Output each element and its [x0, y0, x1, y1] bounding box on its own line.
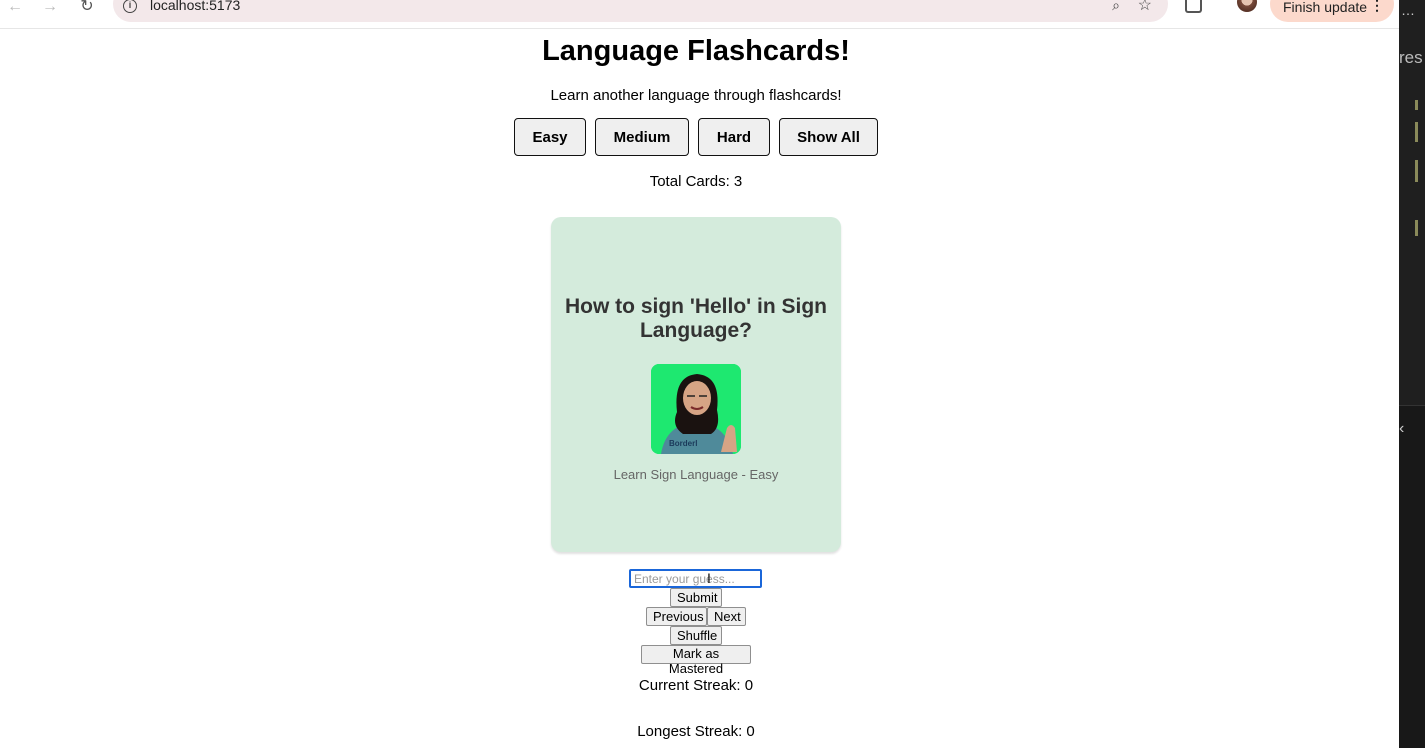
- extensions-icon[interactable]: [1185, 0, 1202, 13]
- svg-text:Borderl: Borderl: [669, 439, 697, 448]
- submit-button[interactable]: Submit: [670, 588, 722, 607]
- flashcard-app: Language Flashcards! Learn another langu…: [0, 29, 1399, 748]
- address-bar[interactable]: i localhost:5173 ⌕ ☆: [113, 0, 1168, 22]
- forward-arrow-icon[interactable]: →: [39, 0, 61, 16]
- side-marker: [1415, 122, 1418, 142]
- shuffle-button[interactable]: Shuffle: [670, 626, 722, 645]
- guess-input[interactable]: [629, 569, 762, 588]
- current-streak: Current Streak: 0: [638, 677, 754, 694]
- side-lower-panel: [1399, 406, 1425, 748]
- next-button[interactable]: Next: [707, 607, 746, 626]
- mark-mastered-button[interactable]: Mark as Mastered: [641, 645, 751, 676]
- side-ellipsis: …: [1401, 2, 1415, 18]
- side-window-strip: … res ‹: [1399, 0, 1425, 748]
- card-question: How to sign 'Hello' in Sign Language?: [565, 295, 827, 342]
- card-image: Borderl: [651, 364, 741, 454]
- finish-update-button[interactable]: Finish update ⋮: [1270, 0, 1394, 22]
- easy-button[interactable]: Easy: [514, 118, 586, 156]
- profile-avatar[interactable]: [1237, 0, 1257, 12]
- bookmark-star-icon[interactable]: ☆: [1138, 0, 1152, 15]
- browser-toolbar: ← → ↻ i localhost:5173 ⌕ ☆ Finish update…: [0, 0, 1399, 29]
- side-marker: [1415, 220, 1418, 236]
- zoom-icon[interactable]: ⌕: [1112, 0, 1120, 14]
- chevron-left-icon[interactable]: ‹: [1399, 420, 1404, 438]
- site-info-icon[interactable]: i: [123, 0, 137, 13]
- longest-streak: Longest Streak: 0: [637, 723, 755, 740]
- text-cursor-icon: I: [707, 570, 711, 586]
- finish-update-label: Finish update: [1283, 0, 1368, 15]
- side-marker: [1415, 100, 1418, 110]
- menu-dots-icon[interactable]: ⋮: [1370, 0, 1384, 14]
- show-all-button[interactable]: Show All: [779, 118, 878, 156]
- total-cards-count: Total Cards: 3: [649, 173, 743, 190]
- reload-icon[interactable]: ↻: [76, 0, 98, 16]
- back-arrow-icon[interactable]: ←: [4, 0, 26, 16]
- hard-button[interactable]: Hard: [698, 118, 770, 156]
- page-subtitle: Learn another language through flashcard…: [550, 87, 842, 104]
- side-partial-text: res: [1399, 48, 1423, 67]
- page-title: Language Flashcards!: [542, 35, 850, 67]
- side-marker: [1415, 160, 1418, 182]
- previous-button[interactable]: Previous: [646, 607, 707, 626]
- card-caption: Learn Sign Language - Easy: [613, 467, 779, 482]
- url-text[interactable]: localhost:5173: [150, 0, 240, 13]
- flashcard[interactable]: How to sign 'Hello' in Sign Language? Bo…: [551, 217, 841, 552]
- medium-button[interactable]: Medium: [595, 118, 689, 156]
